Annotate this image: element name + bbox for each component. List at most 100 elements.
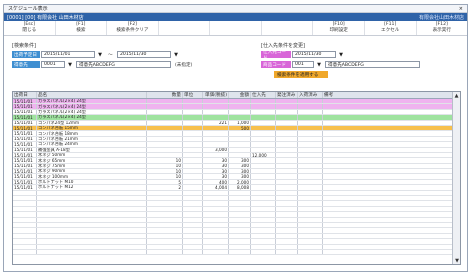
item-code-input[interactable]: 001 bbox=[292, 61, 314, 68]
cell-item bbox=[37, 222, 147, 228]
cell-notes bbox=[323, 131, 453, 136]
cell-received bbox=[298, 217, 323, 222]
cell-date bbox=[13, 206, 37, 212]
col-qty[interactable]: 数量 bbox=[147, 92, 183, 98]
search-panels: [検索条件] 出荷予定日 2015/11/01 ▼ ～ 2015/11/30 ▼… bbox=[4, 36, 467, 81]
cell-supplier bbox=[251, 120, 276, 125]
chevron-down-icon[interactable]: ▼ bbox=[315, 61, 323, 68]
chevron-down-icon[interactable]: ▼ bbox=[66, 61, 74, 68]
supplier-input[interactable]: 2015/11/30 bbox=[292, 51, 336, 58]
col-notes[interactable]: 備考 bbox=[323, 92, 453, 98]
fkey-f2[interactable]: [F2] 検索条件クリア bbox=[107, 21, 159, 35]
fkey-f11[interactable]: [F11] エクセル bbox=[365, 21, 417, 35]
cell-price bbox=[203, 142, 229, 147]
cell-date: 15/11/01 bbox=[13, 179, 37, 185]
vertical-scrollbar[interactable]: ▲ ▼ bbox=[452, 92, 460, 264]
arrow-up-icon[interactable]: ▲ bbox=[453, 92, 460, 99]
cell-supplier bbox=[251, 99, 276, 104]
cell-amount bbox=[229, 99, 251, 104]
cell-amount bbox=[229, 115, 251, 120]
cell-amount bbox=[229, 228, 251, 233]
fkey-empty-1 bbox=[159, 21, 211, 35]
chevron-down-icon[interactable]: ▼ bbox=[172, 51, 180, 58]
supplier-label: 仕入先コード bbox=[261, 50, 291, 61]
cell-received bbox=[298, 169, 323, 174]
cell-received bbox=[298, 142, 323, 147]
cell-supplier bbox=[251, 179, 276, 185]
cell-qty bbox=[147, 201, 183, 206]
cell-supplier: 12,000 bbox=[251, 152, 276, 158]
cell-unit bbox=[183, 147, 203, 152]
date-to-input[interactable]: 2015/11/30 bbox=[117, 51, 171, 58]
cell-notes bbox=[323, 206, 453, 212]
fkey-f12[interactable]: [F12] 表示実行 bbox=[417, 21, 468, 35]
fkey-f1[interactable]: [F1] 検索 bbox=[56, 21, 108, 35]
cell-unit bbox=[183, 152, 203, 158]
col-date[interactable]: 出荷日 bbox=[13, 92, 37, 98]
cell-received bbox=[298, 99, 323, 104]
cell-amount bbox=[229, 104, 251, 109]
cell-received bbox=[298, 115, 323, 120]
col-ordered[interactable]: 発注済み bbox=[276, 92, 298, 98]
cell-supplier bbox=[251, 212, 276, 217]
cell-ordered bbox=[276, 163, 298, 169]
fkey-esc[interactable]: [Esc] 閉じる bbox=[4, 21, 56, 35]
cell-notes bbox=[323, 158, 453, 163]
cell-item: コンパネ24型 12mm bbox=[37, 120, 147, 125]
chevron-down-icon[interactable]: ▼ bbox=[96, 51, 104, 58]
cell-received bbox=[298, 249, 323, 255]
customer-code-input[interactable]: 0001 bbox=[41, 61, 65, 68]
cell-unit bbox=[183, 196, 203, 201]
cell-ordered bbox=[276, 212, 298, 217]
col-price[interactable]: 単価(税抜) bbox=[203, 92, 229, 98]
fkey-f10[interactable]: [F10] 印刷設定 bbox=[313, 21, 365, 35]
chevron-down-icon[interactable]: ▼ bbox=[337, 51, 345, 58]
cell-date bbox=[13, 244, 37, 249]
cell-ordered bbox=[276, 206, 298, 212]
cell-received bbox=[298, 179, 323, 185]
cell-amount bbox=[229, 249, 251, 255]
cell-supplier bbox=[251, 222, 276, 228]
cell-price bbox=[203, 104, 229, 109]
cell-received bbox=[298, 131, 323, 136]
cell-notes bbox=[323, 217, 453, 222]
cell-date: 15/11/01 bbox=[13, 136, 37, 142]
col-amount[interactable]: 金額 bbox=[229, 92, 251, 98]
cell-price: 30 bbox=[203, 158, 229, 163]
cell-ordered bbox=[276, 104, 298, 109]
cell-supplier bbox=[251, 228, 276, 233]
cell-ordered bbox=[276, 217, 298, 222]
cell-notes bbox=[323, 169, 453, 174]
apply-filter-button[interactable]: 検索条件を適用する bbox=[274, 71, 328, 78]
close-icon[interactable]: × bbox=[459, 6, 463, 12]
cell-qty bbox=[147, 190, 183, 196]
cell-date: 15/11/01 bbox=[13, 109, 37, 115]
cell-date: 15/11/01 bbox=[13, 120, 37, 125]
cell-ordered bbox=[276, 142, 298, 147]
cell-notes bbox=[323, 142, 453, 147]
col-unit[interactable]: 単位 bbox=[183, 92, 203, 98]
cell-qty: 10 bbox=[147, 158, 183, 163]
cell-ordered bbox=[276, 115, 298, 120]
cell-price: 30 bbox=[203, 169, 229, 174]
cell-date bbox=[13, 239, 37, 244]
col-item[interactable]: 品名 bbox=[37, 92, 147, 98]
arrow-down-icon[interactable]: ▼ bbox=[453, 257, 460, 264]
cell-ordered bbox=[276, 99, 298, 104]
cell-item bbox=[37, 249, 147, 255]
col-received[interactable]: 入荷済み bbox=[298, 92, 323, 98]
cell-notes bbox=[323, 179, 453, 185]
cell-qty bbox=[147, 125, 183, 131]
cell-price: 221 bbox=[203, 120, 229, 125]
cell-item: コンパネ合板 24mm bbox=[37, 142, 147, 147]
cell-supplier bbox=[251, 244, 276, 249]
cell-price bbox=[203, 239, 229, 244]
cell-price: 4,004 bbox=[203, 185, 229, 190]
cell-item: 補強金具 A-18型 bbox=[37, 147, 147, 152]
col-supplier[interactable]: 仕入先 bbox=[251, 92, 276, 98]
cell-item bbox=[37, 228, 147, 233]
cell-unit bbox=[183, 115, 203, 120]
date-from-input[interactable]: 2015/11/01 bbox=[41, 51, 95, 58]
cell-qty bbox=[147, 217, 183, 222]
cell-supplier bbox=[251, 201, 276, 206]
